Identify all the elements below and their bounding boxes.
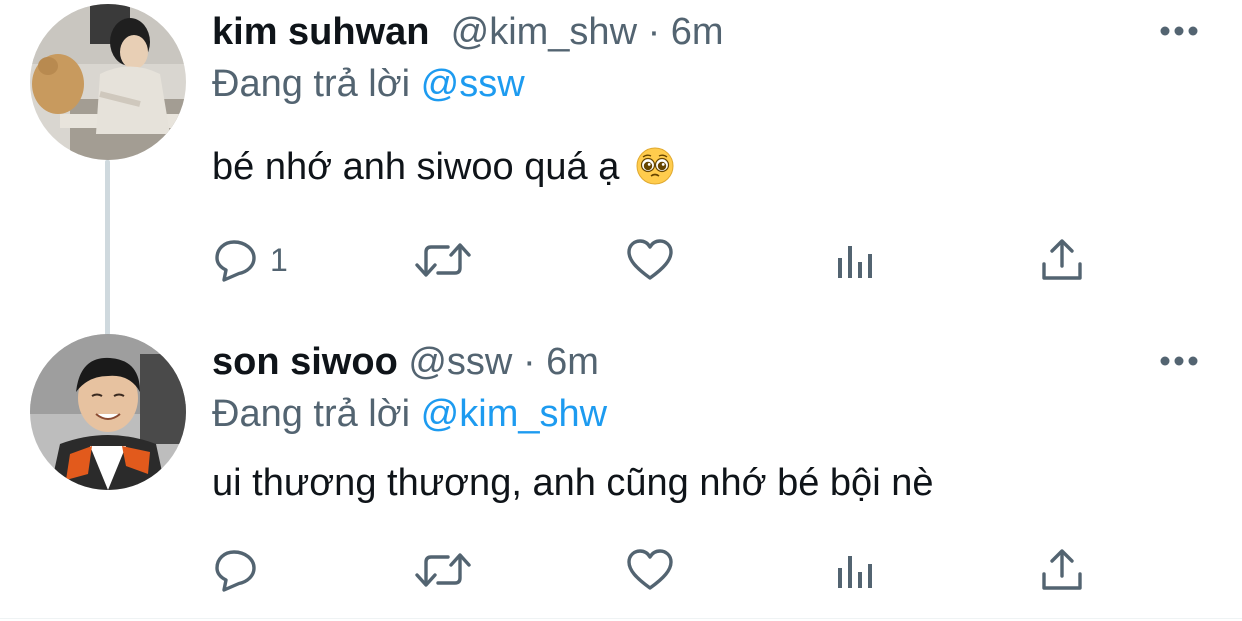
display-name[interactable]: son siwoo: [212, 341, 398, 383]
tweet-text-content: ui thương thương, anh cũng nhớ bé bội nè: [212, 462, 934, 504]
separator-dot: ·: [647, 11, 661, 53]
timestamp[interactable]: 6m: [671, 11, 724, 53]
like-button[interactable]: [626, 236, 674, 284]
user-handle[interactable]: @kim_shw: [451, 11, 637, 53]
tweet-header: kim suhwan @kim_shw · 6m: [212, 10, 724, 54]
reply-icon: [215, 240, 256, 282]
pleading-face-emoji: [636, 147, 674, 185]
tweet-text: ui thương thương, anh cũng nhớ bé bội nè: [212, 460, 933, 506]
like-icon: [627, 549, 673, 590]
retweet-button[interactable]: [414, 236, 472, 284]
analytics-icon: [838, 246, 872, 278]
more-icon[interactable]: [1158, 24, 1200, 38]
more-icon[interactable]: [1158, 354, 1200, 368]
reply-icon: [215, 550, 256, 592]
like-button[interactable]: [626, 546, 674, 594]
share-button[interactable]: [1040, 236, 1084, 284]
reply-button[interactable]: 1: [214, 236, 288, 284]
analytics-button[interactable]: [836, 546, 876, 594]
display-name[interactable]: kim suhwan: [212, 11, 430, 53]
avatar[interactable]: [30, 334, 186, 490]
like-icon: [627, 239, 673, 280]
replying-to-label: Đang trả lời: [212, 63, 411, 105]
retweet-icon: [415, 243, 471, 277]
tweet-actions: [0, 546, 1242, 594]
tweet-actions: 1: [0, 236, 1242, 284]
avatar[interactable]: [30, 4, 186, 160]
share-button[interactable]: [1040, 546, 1084, 594]
tweet-text: bé nhớ anh siwoo quá ạ: [212, 144, 674, 190]
analytics-button[interactable]: [836, 236, 876, 284]
separator-dot: ·: [522, 341, 536, 383]
replying-to-label: Đang trả lời: [212, 393, 411, 435]
reply-mention-link[interactable]: @kim_shw: [421, 393, 607, 435]
share-icon: [1042, 239, 1082, 280]
analytics-icon: [838, 556, 872, 588]
tweet-text-content: bé nhớ anh siwoo quá ạ: [212, 146, 620, 188]
user-handle[interactable]: @ssw: [408, 341, 512, 383]
replying-to: Đang trả lời @kim_shw: [212, 392, 607, 436]
reply-mention-link[interactable]: @ssw: [421, 63, 525, 105]
retweet-button[interactable]: [414, 546, 472, 594]
retweet-icon: [415, 553, 471, 587]
timeline-divider: [0, 618, 1242, 619]
replying-to: Đang trả lời @ssw: [212, 62, 525, 106]
reply-count: 1: [270, 241, 288, 278]
timestamp[interactable]: 6m: [546, 341, 599, 383]
share-icon: [1042, 549, 1082, 590]
reply-button[interactable]: [214, 546, 270, 594]
tweet-header: son siwoo @ssw · 6m: [212, 340, 599, 384]
